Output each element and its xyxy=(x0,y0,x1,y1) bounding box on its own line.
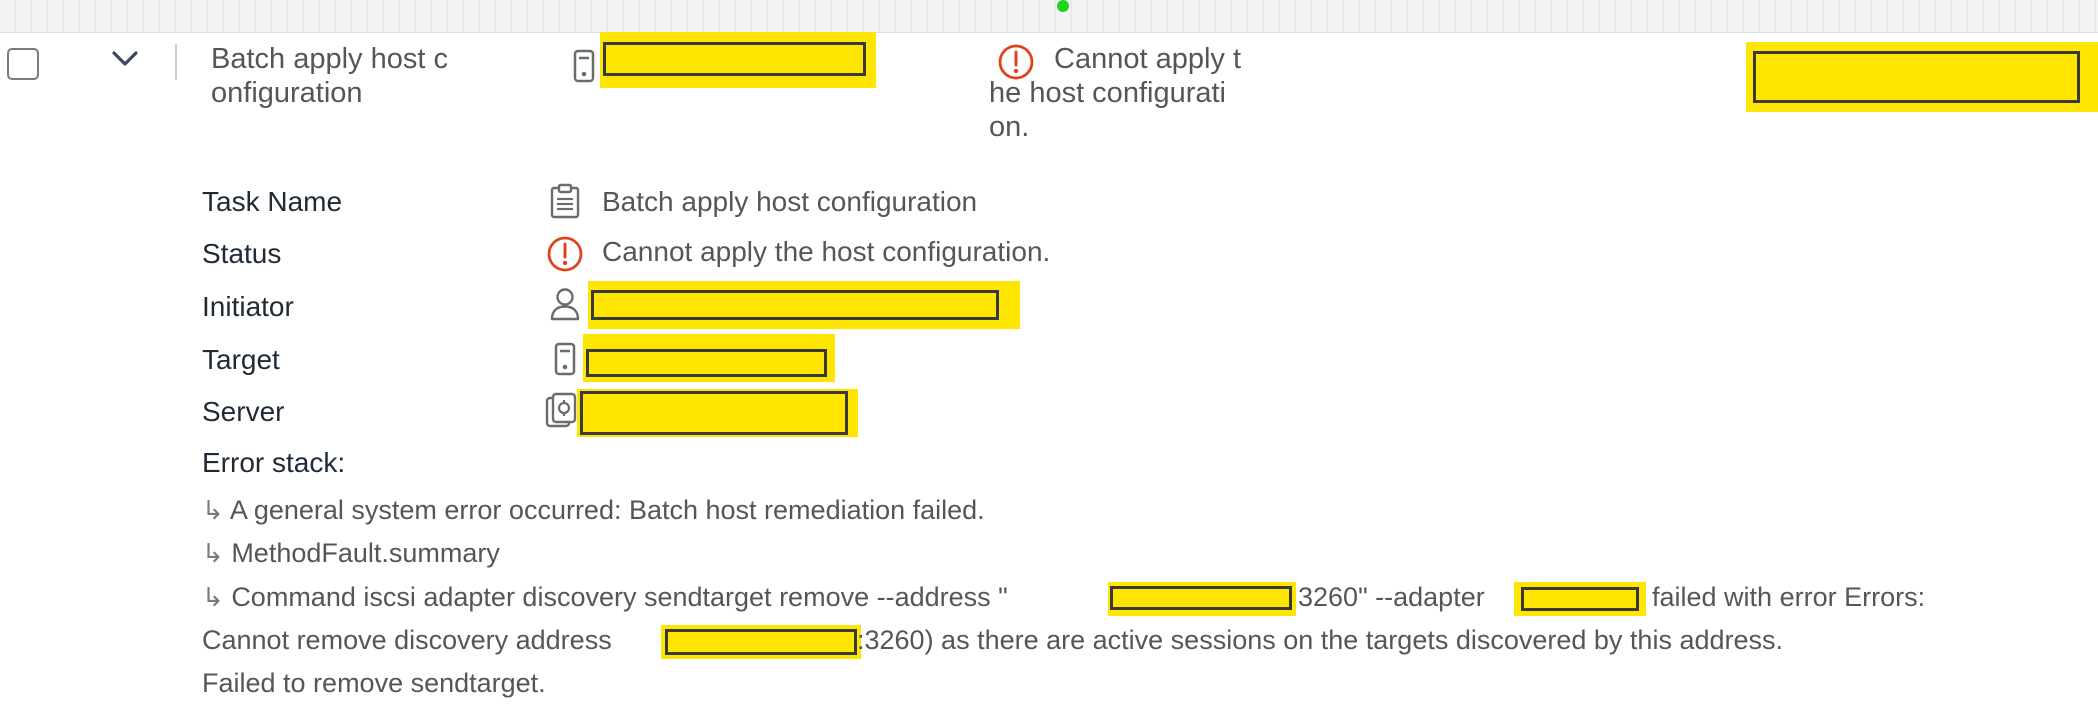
clipboard-icon xyxy=(550,183,580,219)
chevron-down-icon[interactable] xyxy=(110,48,140,70)
server-label: Server xyxy=(202,396,285,427)
error-stack-text-4a: Cannot remove discovery address xyxy=(202,625,612,655)
row-status-line-2: he host configurati xyxy=(989,77,1226,109)
row-status-line-3: on. xyxy=(989,111,1030,143)
host-icon xyxy=(573,49,595,83)
row-select-checkbox[interactable] xyxy=(7,48,39,80)
row-task-name: Batch apply host c onfiguration xyxy=(211,42,448,110)
error-stack-text-4b: :3260) as there are active sessions on t… xyxy=(857,625,1784,655)
error-stack-text-3b: 3260" --adapter xyxy=(1298,582,1485,612)
host-icon xyxy=(554,342,576,376)
error-stack-text-3a: Command iscsi adapter discovery sendtarg… xyxy=(231,582,1008,612)
redacted-initiator xyxy=(588,281,1020,329)
error-stack-text-1: A general system error occurred: Batch h… xyxy=(229,495,985,525)
arrow-icon: ↳ xyxy=(202,538,224,568)
redacted-address xyxy=(1108,582,1296,616)
error-stack-text-5: Failed to remove sendtarget. xyxy=(202,668,546,698)
redacted-adapter xyxy=(1514,582,1646,616)
vcenter-server-icon xyxy=(545,392,577,428)
error-stack-text-2: MethodFault.summary xyxy=(231,538,500,568)
status-label: Status xyxy=(202,238,282,269)
task-name-value: Batch apply host configuration xyxy=(602,186,978,217)
error-stack-line-1: ↳ A general system error occurred: Batch… xyxy=(202,495,985,526)
task-name-label: Task Name xyxy=(202,186,343,217)
arrow-icon: ↳ xyxy=(202,582,224,612)
user-icon xyxy=(550,288,580,321)
error-stack-label: Error stack: xyxy=(202,447,346,478)
redacted-target xyxy=(600,32,876,88)
arrow-icon: ↳ xyxy=(202,495,224,525)
redacted-discovery-address xyxy=(661,625,861,659)
error-stack-text-3c: failed with error Errors: xyxy=(1652,582,1926,612)
column-separator xyxy=(175,44,177,80)
redacted-column-value xyxy=(1746,42,2098,112)
redacted-server xyxy=(577,389,858,437)
error-stack-line-2: ↳ MethodFault.summary xyxy=(202,538,500,569)
row-status-line-1: Cannot apply t xyxy=(1054,43,1242,75)
row-task-name-line-1: Batch apply host c xyxy=(211,43,448,75)
target-label: Target xyxy=(202,344,280,375)
top-divider xyxy=(0,32,2098,33)
redacted-target-detail xyxy=(583,334,835,382)
row-task-name-line-2: onfiguration xyxy=(211,77,363,109)
status-indicator-dot xyxy=(1057,0,1069,12)
error-stack-line-3: ↳ Command iscsi adapter discovery sendta… xyxy=(202,582,1008,613)
error-circle-icon xyxy=(547,236,583,272)
status-value: Cannot apply the host configuration. xyxy=(602,236,1051,267)
initiator-label: Initiator xyxy=(202,291,294,322)
top-strip xyxy=(0,0,2098,32)
